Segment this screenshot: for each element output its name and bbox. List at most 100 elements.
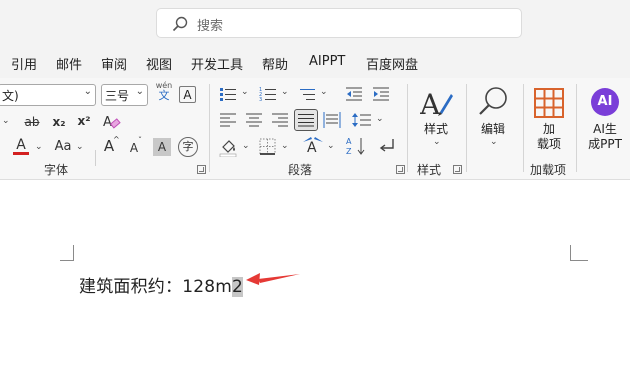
magnifier-icon: [479, 87, 507, 115]
styles-dialog-launcher-icon[interactable]: [453, 165, 462, 174]
group-divider: [576, 84, 577, 172]
sort-icon[interactable]: AZ: [346, 136, 368, 156]
addins-group-label: 加载项: [530, 163, 567, 177]
font-dialog-launcher-icon[interactable]: [197, 165, 206, 174]
chevron-down-icon: ⌄: [490, 137, 498, 147]
chevron-down-icon: ⌄: [135, 86, 144, 97]
ai-label-line2: 成PPT: [588, 137, 622, 151]
justify-icon: [298, 114, 314, 127]
chevron-down-icon[interactable]: ⌄: [242, 141, 250, 151]
crop-mark-right: [570, 245, 588, 261]
character-shading-button[interactable]: A: [153, 138, 171, 156]
paragraph-dialog-launcher-icon[interactable]: [396, 165, 405, 174]
font-color-button[interactable]: A: [12, 136, 32, 158]
subscript-button[interactable]: x₂: [49, 113, 69, 131]
clear-formatting-icon[interactable]: A: [102, 113, 122, 131]
font-name-combo[interactable]: 文) ⌄: [0, 84, 96, 106]
chevron-down-icon: ⌄: [83, 86, 92, 97]
chevron-down-icon[interactable]: ⌄: [281, 87, 289, 97]
addins-label-line1: 加: [542, 122, 555, 136]
tab-baidu-netdisk[interactable]: 百度网盘: [366, 54, 418, 73]
phonetic-guide-bottom: 文: [158, 89, 170, 102]
font-color-bar: [13, 152, 29, 155]
line-spacing-icon[interactable]: [352, 112, 372, 128]
group-divider: [209, 84, 210, 172]
chevron-down-icon[interactable]: ⌄: [327, 141, 335, 151]
chevron-down-icon[interactable]: ⌄: [2, 116, 10, 126]
svg-text:A: A: [346, 137, 352, 146]
shrink-caret-icon: ˇ: [138, 136, 142, 145]
align-center-icon[interactable]: [245, 112, 263, 128]
search-placeholder: 搜索: [197, 19, 224, 34]
selected-text: 2: [232, 277, 244, 297]
crop-mark-left: [60, 245, 74, 261]
chevron-down-icon: ⌄: [433, 137, 441, 147]
font-name-value: 文): [2, 89, 19, 103]
chevron-down-icon[interactable]: ⌄: [376, 114, 384, 124]
addins-grid-icon: [534, 88, 564, 118]
tab-view[interactable]: 视图: [146, 54, 172, 73]
borders-icon[interactable]: [259, 138, 276, 155]
strikethrough-button[interactable]: ab: [20, 113, 44, 131]
group-divider: [407, 84, 408, 172]
enclose-characters-button[interactable]: 字: [178, 137, 198, 157]
decrease-indent-icon[interactable]: [345, 86, 363, 102]
align-right-icon[interactable]: [271, 112, 289, 128]
chevron-down-icon[interactable]: ⌄: [320, 87, 328, 97]
chevron-down-icon[interactable]: ⌄: [35, 142, 43, 152]
addins-label-line2: 载项: [536, 137, 561, 151]
editing-button-label: 编辑: [480, 122, 505, 136]
shading-icon[interactable]: [219, 137, 239, 157]
justify-button[interactable]: [294, 109, 318, 131]
tab-aippt[interactable]: AIPPT: [309, 54, 345, 69]
chevron-down-icon[interactable]: ⌄: [281, 141, 289, 151]
svg-text:Z: Z: [346, 147, 352, 156]
styles-button-label: 样式: [423, 122, 448, 136]
chevron-down-icon[interactable]: ⌄: [241, 87, 249, 97]
styles-icon: A: [420, 88, 453, 120]
align-left-icon[interactable]: [219, 112, 237, 128]
red-arrow-annotation: [246, 273, 300, 285]
increase-indent-icon[interactable]: [372, 86, 390, 102]
styles-button[interactable]: A 样式 ⌄: [413, 82, 459, 156]
search-box[interactable]: 搜索: [156, 8, 522, 38]
ai-logo-icon: AI: [591, 88, 619, 116]
group-divider: [523, 84, 524, 172]
tab-mailings[interactable]: 邮件: [56, 54, 82, 73]
ai-ppt-button[interactable]: AI AI生 成PPT: [582, 82, 628, 156]
svg-text:A: A: [307, 140, 317, 156]
group-divider: [466, 84, 467, 172]
addins-button[interactable]: 加 载项: [528, 82, 570, 156]
change-case-button[interactable]: Aa: [52, 138, 74, 156]
title-bar: 搜索: [0, 0, 630, 46]
document-page[interactable]: 建筑面积约：128m2: [0, 181, 630, 385]
tab-help[interactable]: 帮助: [262, 54, 288, 73]
character-border-button[interactable]: A: [179, 86, 196, 103]
divider: [95, 150, 96, 166]
menu-bar: 引用 邮件 审阅 视图 开发工具 帮助 AIPPT 百度网盘: [0, 46, 630, 78]
tab-references[interactable]: 引用: [11, 54, 37, 73]
document-text: 建筑面积约：128m: [79, 277, 233, 297]
tab-review[interactable]: 审阅: [101, 54, 127, 73]
editing-button[interactable]: 编辑 ⌄: [470, 82, 516, 156]
bullets-icon[interactable]: [219, 86, 237, 102]
font-group-label: 字体: [44, 163, 69, 177]
svg-text:3: 3: [259, 97, 262, 102]
document-text-line[interactable]: 建筑面积约：128m2: [79, 272, 244, 297]
svg-text:A: A: [103, 115, 112, 130]
font-size-combo[interactable]: 三号 ⌄: [101, 84, 148, 106]
phonetic-guide-button[interactable]: wén 文: [153, 81, 175, 101]
tab-developer[interactable]: 开发工具: [191, 54, 243, 73]
chevron-down-icon[interactable]: ⌄: [76, 142, 84, 152]
asian-layout-icon[interactable]: A: [302, 136, 324, 156]
show-formatting-marks-icon[interactable]: [377, 137, 395, 155]
multilevel-list-icon[interactable]: [298, 86, 316, 102]
distributed-align-icon[interactable]: [323, 112, 341, 128]
search-icon: [172, 16, 188, 32]
grow-caret-icon: ^: [113, 135, 120, 144]
svg-text:A: A: [420, 88, 441, 120]
numbering-icon[interactable]: 123: [259, 86, 277, 102]
superscript-button[interactable]: x²: [74, 112, 94, 130]
ribbon: 文) ⌄ 三号 ⌄ wén 文 A ⌄ ab x₂ x² A A ⌄ Aa ⌄ …: [0, 78, 630, 180]
paragraph-group-label: 段落: [288, 163, 313, 177]
